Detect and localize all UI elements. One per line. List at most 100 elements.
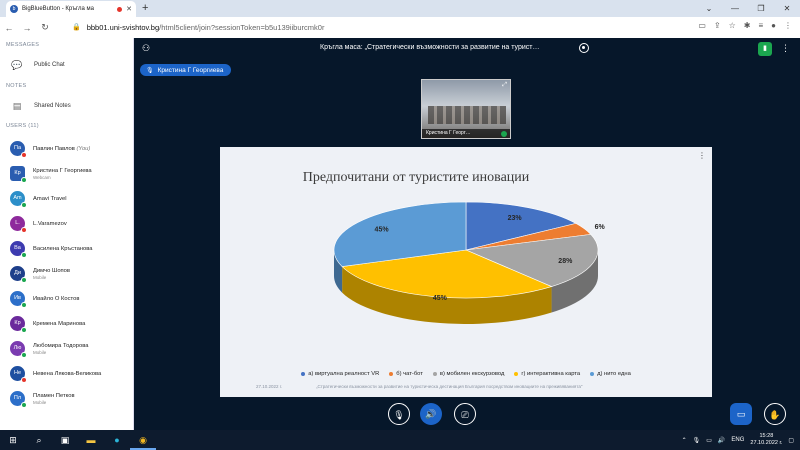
avatar: Ва (10, 241, 27, 258)
shared-notes-item[interactable]: ▤ Shared Notes (0, 99, 71, 113)
user-name: L.Varamezov (33, 221, 67, 227)
user-name: Кремена Маринова (33, 321, 85, 327)
user-list-item[interactable]: Ив Ивайло О Костов (0, 286, 134, 311)
user-name-text: Василена Кръстанова (33, 245, 93, 252)
raise-hand-button[interactable]: ✋ (764, 403, 786, 425)
recording-status-icon[interactable] (579, 43, 589, 53)
avatar: Па (10, 141, 27, 158)
windows-start-icon[interactable]: ⊞ (0, 430, 26, 450)
tab-search-icon[interactable]: ⌄ (696, 0, 722, 17)
user-status-icon (21, 277, 27, 283)
language-indicator[interactable]: ENG (731, 437, 744, 443)
user-list-item[interactable]: Па Павлин Павлов (You) (0, 136, 134, 161)
user-name-text: Невена Лякова-Великова (33, 370, 102, 377)
user-subtitle: Webcam (33, 174, 51, 180)
lock-icon: 🔒 (72, 24, 81, 31)
notifications-icon[interactable]: ▢ (788, 437, 794, 444)
chrome-icon[interactable]: ◉ (130, 430, 156, 450)
mute-mic-button[interactable]: 🎙 (388, 403, 410, 425)
sidebar: MESSAGES 💬 Public Chat NOTES ▤ Shared No… (0, 38, 134, 430)
maximize-icon[interactable]: ❐ (748, 0, 774, 17)
reading-list-icon[interactable]: ≡ (758, 21, 763, 30)
users-section-title: USERS (11) (6, 123, 39, 129)
url-path: /html5client/join?sessionToken=b5u139iib… (159, 22, 325, 32)
edge-icon[interactable]: ● (104, 430, 130, 450)
clock-date: 27.10.2022 г. (750, 440, 783, 446)
user-name: Amavi Travel (33, 196, 67, 202)
chart-legend: а) виртуална реалност VR б) чат-бот в) моб… (220, 371, 712, 377)
user-list-item[interactable]: Пл Пламен Петков Mobile (0, 386, 134, 411)
webcam-toggle-button[interactable]: ⎚ (454, 403, 476, 425)
toggle-userlist-icon[interactable]: ⚇ (142, 43, 150, 54)
user-list-item[interactable]: Ва Василена Кръстанова (0, 236, 134, 261)
main-area: ⚇ Кръгла маса: „Стратегически възможност… (134, 38, 800, 430)
legend-swatch (389, 372, 394, 376)
system-tray: ⌃ 🎙 ▭ 🔊 ENG 15:28 27.10.2022 г. ▢ (682, 430, 794, 450)
public-chat-label: Public Chat (34, 62, 65, 68)
share-icon[interactable]: ⇪ (714, 21, 721, 30)
audio-button[interactable]: 🔊 (420, 403, 442, 425)
user-name-text: Кремена Маринова (33, 320, 86, 327)
extensions-icon[interactable]: ✱ (744, 21, 751, 30)
task-view-icon[interactable]: ▣ (52, 430, 78, 450)
classroom-image (428, 106, 506, 124)
webcam-video[interactable]: ⤢ Кристина Г Георг… (421, 79, 511, 139)
avatar: Am (10, 191, 27, 208)
user-list-item[interactable]: Кр Кремена Маринова (0, 311, 134, 336)
user-subtitle: Mobile (33, 349, 47, 355)
close-window-icon[interactable]: ✕ (774, 0, 800, 17)
clock[interactable]: 15:28 27.10.2022 г. (750, 433, 782, 447)
forward-icon[interactable]: → (18, 23, 36, 33)
profile-icon[interactable]: ● (771, 21, 776, 30)
minimize-icon[interactable]: — (722, 0, 748, 17)
cast-icon[interactable]: ▭ (698, 21, 706, 30)
user-status-icon (21, 377, 27, 383)
public-chat-item[interactable]: 💬 Public Chat (0, 58, 65, 72)
legend-label: д) нито една (597, 371, 631, 377)
search-icon[interactable]: ⌕ (26, 430, 52, 450)
clock-time: 15:28 (759, 433, 774, 439)
pie-data-label: 23% (508, 215, 523, 222)
user-list-item[interactable]: Не Невена Лякова-Великова (0, 361, 134, 386)
slide-footer: 27.10.2022 г. „Стратегически възможности… (256, 384, 696, 389)
user-name-text: Кристина Г Георгиева (33, 167, 92, 174)
user-list-item[interactable]: L. L.Varamezov (0, 211, 134, 236)
close-tab-icon[interactable]: ✕ (126, 5, 132, 13)
mic-active-icon (501, 131, 507, 137)
taskbar: ⊞ ⌕ ▣ ▬ ● ◉ ⌃ 🎙 ▭ 🔊 ENG 15:28 27.10.2022… (0, 430, 800, 450)
browser-menu-icon[interactable]: ⋮ (784, 21, 792, 30)
bookmark-icon[interactable]: ☆ (729, 21, 736, 30)
browser-tab[interactable]: b BigBlueButton - Кръгла ма ✕ (6, 1, 136, 17)
fullscreen-icon[interactable]: ⤢ (502, 82, 507, 89)
pie-chart: 23% 6% 28% 45% 45% (333, 201, 606, 324)
user-name: Пламен Петков (33, 393, 75, 399)
user-status-icon (21, 302, 27, 308)
reload-icon[interactable]: ↻ (36, 22, 54, 33)
legend-entry: б) чат-бот (389, 371, 423, 377)
presentation-slide: ⋮ Предпочитани от туристите иновации 23%… (220, 147, 712, 397)
user-name: Димчо Шопов (33, 268, 70, 274)
user-status-icon (21, 252, 27, 258)
user-list-item[interactable]: Лю Любомира Тодорова Mobile (0, 336, 134, 361)
window-controls: ⌄ — ❐ ✕ (696, 0, 800, 17)
user-list-item[interactable]: Кр Кристина Г Георгиева Webcam (0, 161, 134, 186)
presenter-badge: 🎙 Кристина Г Георгиева (140, 64, 232, 76)
connection-status-icon[interactable]: ▮ (758, 42, 772, 56)
network-icon[interactable]: ▭ (706, 437, 712, 444)
user-status-icon (21, 177, 27, 183)
legend-entry: в) мобилен екскурзовод (432, 371, 504, 377)
new-tab-button[interactable]: + (142, 2, 148, 14)
file-explorer-icon[interactable]: ▬ (78, 430, 104, 450)
user-list-item[interactable]: Ди Димчо Шопов Mobile (0, 261, 134, 286)
user-list-item[interactable]: Am Amavi Travel (0, 186, 134, 211)
tray-chevron-icon[interactable]: ⌃ (682, 437, 687, 444)
user-name-text: Пламен Петков (33, 392, 75, 399)
tray-mic-icon[interactable]: 🎙 (693, 437, 701, 444)
user-name: Василена Кръстанова (33, 246, 92, 252)
user-status-icon (21, 402, 27, 408)
back-icon[interactable]: ← (0, 23, 18, 33)
options-menu-icon[interactable]: ⋮ (781, 43, 790, 54)
volume-icon[interactable]: 🔊 (718, 437, 725, 444)
screenshare-button[interactable]: ▭ (730, 403, 752, 425)
url-field[interactable]: 🔒 bbb01.uni-svishtov.bg/html5client/join… (72, 19, 672, 35)
